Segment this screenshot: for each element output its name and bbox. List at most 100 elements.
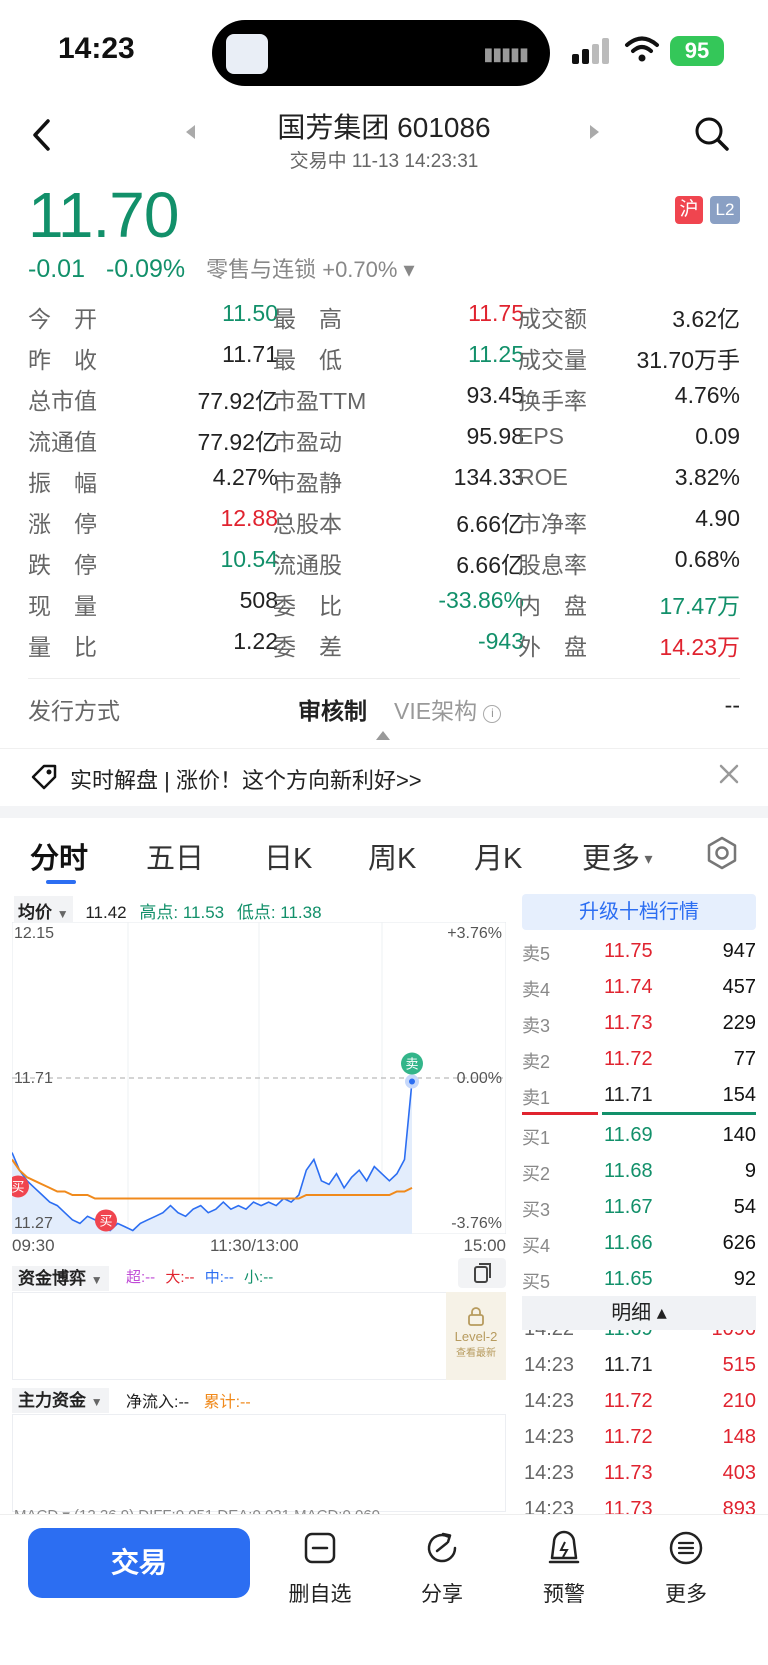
order-book: 卖5 11.75 947 卖4 11.74 457 卖3 11.73 229 卖2 11.72 77 卖… (522, 934, 756, 1298)
x-label-open: 09:30 (12, 1236, 55, 1255)
stat-label: 市盈静 (273, 470, 342, 496)
dropdown-icon: ▾ (640, 851, 653, 868)
info-icon[interactable]: i (483, 705, 502, 723)
level-price: 11.65 (604, 1268, 653, 1290)
stat-label: 昨 收 (28, 347, 97, 373)
tick-price: 11.71 (604, 1354, 653, 1376)
tab-weekly-k[interactable]: 周K (368, 835, 416, 877)
vie-value: -- (724, 692, 740, 718)
stat-label: 最 低 (273, 347, 342, 373)
share-label: 分享 (421, 1583, 463, 1606)
price-change: -0.01 (28, 255, 85, 283)
share-button[interactable]: 分享 (397, 1528, 487, 1608)
trade-detail-toggle[interactable]: 明细 ▴ (522, 1296, 756, 1330)
collapse-arrow-icon[interactable] (376, 730, 390, 740)
pct-mid-label: 0.00% (457, 1070, 502, 1087)
level-label: 买2 (522, 1164, 551, 1184)
ask-level[interactable]: 卖3 11.73 229 (522, 1006, 756, 1042)
stats-row: 量 比 1.22 委 差 -943 外 盘 14.23万 (28, 628, 740, 669)
stat-value: 0.68% (674, 546, 740, 572)
bid-level[interactable]: 买2 11.68 9 (522, 1154, 756, 1190)
wifi-icon (625, 36, 659, 62)
level-price: 11.69 (604, 1124, 653, 1146)
bid-level[interactable]: 买5 11.65 92 (522, 1262, 756, 1298)
stat-label: 现 量 (28, 593, 97, 619)
switch-icon (474, 1263, 491, 1283)
trade-ticks[interactable]: 14:22 11.69 1096 14:23 11.71 515 14:23 11.72 210… (522, 1330, 756, 1514)
stat-value: 31.70万手 (636, 347, 740, 373)
stats-row: 总市值 77.92亿 市盈TTM 93.45 换手率 4.76% (28, 382, 740, 423)
level-label: 卖3 (522, 1016, 551, 1036)
ask-level[interactable]: 卖4 11.74 457 (522, 970, 756, 1006)
switch-view-button[interactable] (458, 1258, 506, 1288)
dropdown-icon: ▼ (90, 1273, 103, 1287)
vie-label[interactable]: VIE架构 i (394, 692, 502, 726)
fund-legend: 超:-- 大:-- 中:-- 小:-- (126, 1266, 273, 1287)
stat-label: 成交额 (518, 306, 587, 332)
close-icon[interactable] (718, 763, 740, 785)
tick-row: 14:23 11.72 148 (522, 1422, 756, 1458)
banner-text[interactable]: 实时解盘 | 涨价！这个方向新利好>> (70, 763, 422, 795)
news-banner[interactable]: 实时解盘 | 涨价！这个方向新利好>> (0, 748, 768, 806)
chart-high: 高点: 11.53 (139, 903, 225, 922)
intraday-chart[interactable]: 买买卖 12.15 11.71 11.27 +3.76% 0.00% -3.76… (12, 922, 506, 1234)
avg-price-selector[interactable]: 均价 ▼ (14, 896, 73, 925)
more-button[interactable]: 更多 (641, 1528, 731, 1608)
level-volume: 947 (722, 940, 756, 962)
stat-value: -33.86% (438, 587, 524, 613)
settings-icon[interactable] (705, 836, 739, 870)
remove-watchlist-icon (304, 1532, 336, 1564)
tick-time: 14:23 (524, 1354, 575, 1376)
level-price: 11.67 (604, 1196, 653, 1218)
ask-level[interactable]: 卖1 11.71 154 (522, 1078, 756, 1114)
stat-label: 总市值 (28, 388, 97, 414)
tick-row: 14:23 11.71 515 (522, 1350, 756, 1386)
upgrade-ten-level-button[interactable]: 升级十档行情 (522, 894, 756, 930)
ask-level[interactable]: 卖5 11.75 947 (522, 934, 756, 970)
y-mid-label: 11.71 (14, 1070, 53, 1087)
tab-intraday[interactable]: 分时 (30, 835, 88, 877)
tick-volume: 1096 (712, 1330, 757, 1341)
level-label: 卖2 (522, 1052, 551, 1072)
level2-label: Level-2 (454, 1329, 498, 1344)
tab-daily-k[interactable]: 日K (264, 835, 312, 877)
remove-watchlist-button[interactable]: 删自选 (275, 1528, 365, 1608)
tick-price: 11.73 (604, 1498, 653, 1514)
level-label: 卖1 (522, 1088, 551, 1108)
battery-indicator: 95 (670, 36, 724, 66)
stat-label: 成交量 (518, 347, 587, 373)
level2-upsell[interactable]: Level-2 查看最新 (446, 1292, 506, 1380)
x-label-close: 15:00 (463, 1236, 506, 1255)
bid-level[interactable]: 买4 11.66 626 (522, 1226, 756, 1262)
ask-level[interactable]: 卖2 11.72 77 (522, 1042, 756, 1078)
stat-value: 11.50 (222, 300, 278, 326)
trade-button[interactable]: 交易 (28, 1528, 250, 1598)
alert-button[interactable]: 预警 (519, 1528, 609, 1608)
tick-volume: 403 (722, 1462, 756, 1484)
stat-label: 量 比 (28, 634, 97, 660)
tick-volume: 210 (722, 1390, 756, 1412)
fund-game-selector[interactable]: 资金博弈 ▼ (12, 1264, 109, 1291)
bid-level[interactable]: 买3 11.67 54 (522, 1190, 756, 1226)
chart-tabs: 分时 五日 日K 周K 月K 更多 ▾ (0, 835, 768, 885)
tab-monthly-k[interactable]: 月K (474, 835, 522, 877)
active-tab-indicator (46, 880, 76, 884)
avg-price-value: 11.42 (85, 903, 127, 922)
main-funds-selector[interactable]: 主力资金 ▼ (12, 1386, 109, 1413)
stock-title: 国芳集团 601086 (277, 112, 491, 143)
stat-value: 14.23万 (659, 634, 740, 660)
cellular-signal-icon (572, 38, 609, 64)
cumulative: 累计:-- (203, 1394, 251, 1411)
level-label: 卖5 (522, 944, 551, 964)
pct-top-label: +3.76% (447, 925, 502, 942)
tick-price: 11.69 (604, 1330, 653, 1341)
bid-level[interactable]: 买1 11.69 140 (522, 1118, 756, 1154)
y-top-label: 12.15 (14, 925, 54, 942)
tab-five-day[interactable]: 五日 (146, 835, 204, 877)
tab-more[interactable]: 更多 ▾ (582, 835, 653, 877)
search-icon[interactable] (694, 116, 730, 152)
level2-badge[interactable]: L2 (710, 196, 740, 224)
sector-dropdown[interactable]: 零售与连锁 +0.70% ▾ (206, 257, 415, 282)
level-price: 11.68 (604, 1160, 653, 1182)
stat-value: 6.66亿 (456, 552, 524, 578)
